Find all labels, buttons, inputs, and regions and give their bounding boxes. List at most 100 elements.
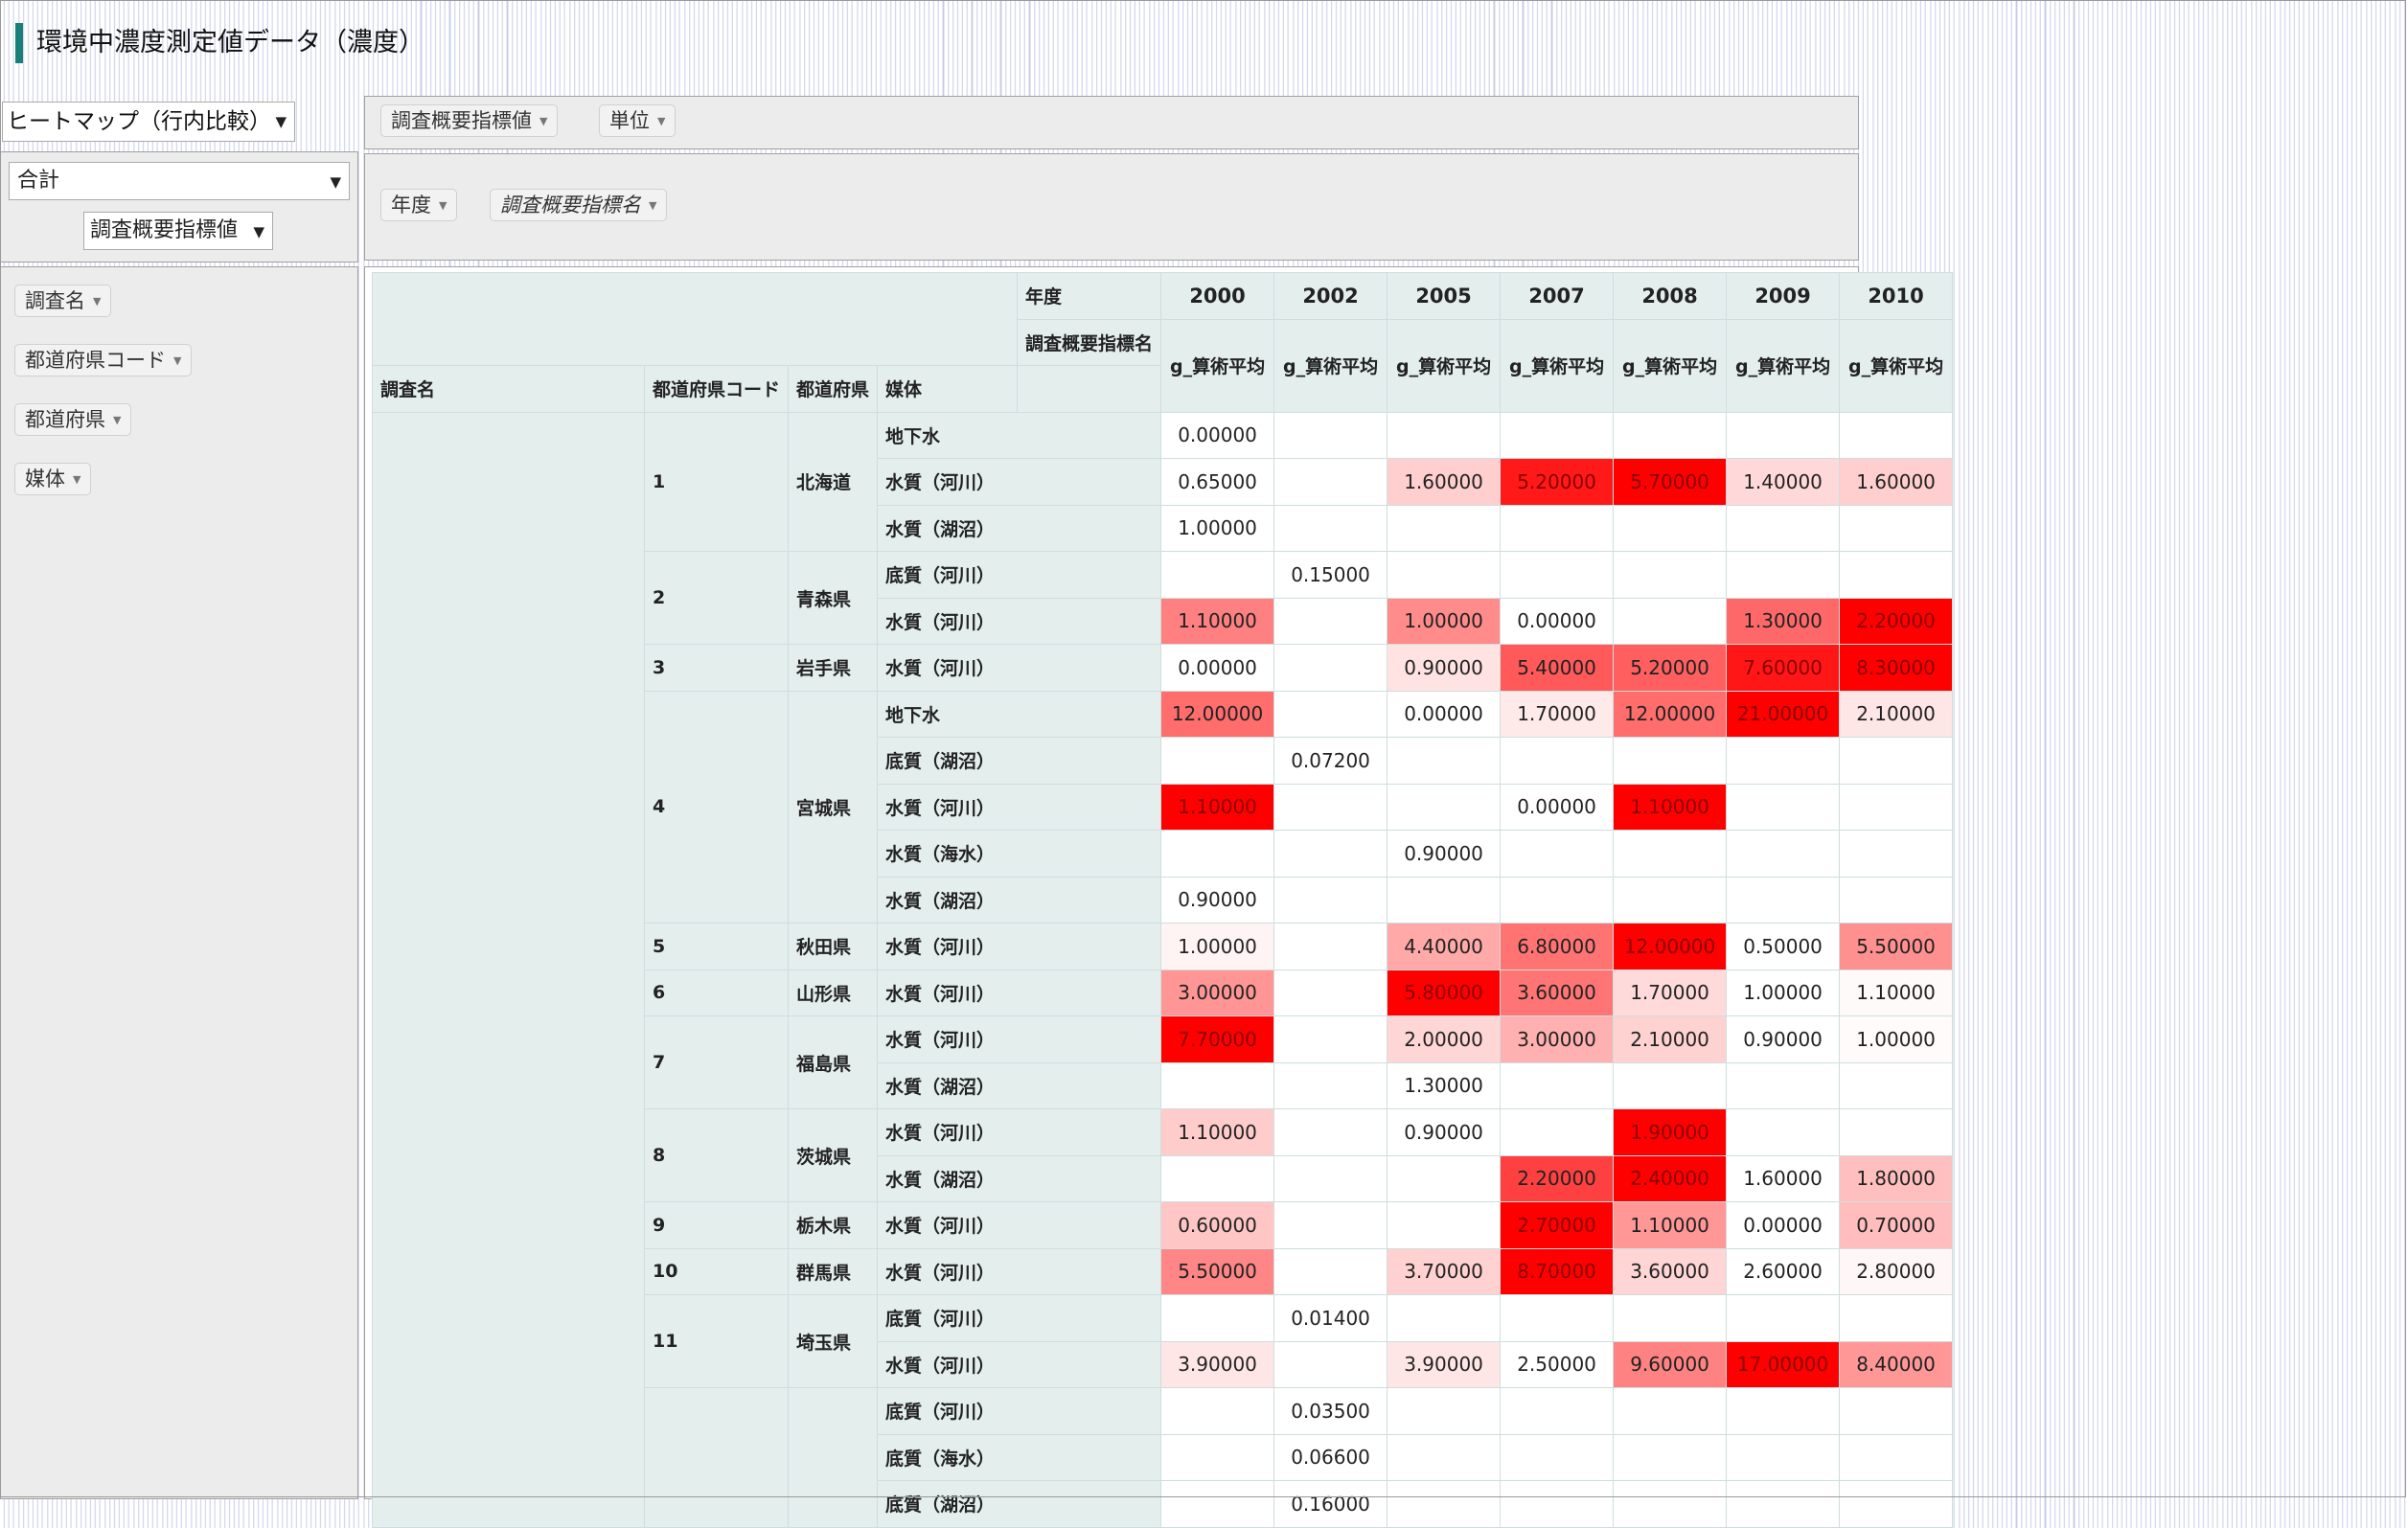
- value-cell: 0.00000: [1726, 1201, 1841, 1249]
- value-cell: [1726, 1294, 1841, 1342]
- value-cell: [1726, 1061, 1841, 1109]
- value-cell: [1613, 1387, 1728, 1435]
- attr-pill[interactable]: 都道府県 ▼: [14, 403, 132, 436]
- attr-pill[interactable]: 媒体 ▼: [14, 463, 92, 495]
- value-cell: 1.10000: [1613, 783, 1728, 831]
- value-cell: 5.70000: [1613, 458, 1728, 506]
- value-field-select[interactable]: 調査概要指標値 ▼: [83, 212, 273, 250]
- value-cell: 5.20000: [1613, 644, 1728, 692]
- unused-attributes-area[interactable]: 調査名 ▼ 都道府県コード ▼ 都道府県 ▼ 媒体 ▼: [0, 266, 358, 1499]
- value-cell: 0.16000: [1273, 1480, 1388, 1528]
- dropdown-triangle-icon: ▼: [173, 354, 182, 367]
- attr-pill[interactable]: 調査概要指標名 ▼: [490, 189, 668, 221]
- pref-code-cell: 6: [643, 969, 790, 1016]
- dropdown-triangle-icon: ▼: [657, 115, 666, 127]
- aggregator-select[interactable]: 合計 ▼: [9, 162, 350, 200]
- value-cell: [1839, 1061, 1954, 1109]
- value-cell: [1839, 876, 1954, 924]
- value-cell: [1273, 644, 1388, 692]
- caret-down-icon: ▼: [275, 113, 287, 130]
- pref-name-cell: 埼玉県: [788, 1294, 879, 1388]
- value-cell: [1273, 783, 1388, 831]
- value-cell: [1613, 551, 1728, 599]
- value-cell: [1726, 876, 1841, 924]
- survey-name-cell: [372, 411, 645, 1528]
- value-cell: 0.00000: [1387, 690, 1502, 738]
- value-cell: [1387, 783, 1502, 831]
- value-cell: 2.60000: [1726, 1247, 1841, 1295]
- value-cell: 0.00000: [1160, 644, 1275, 692]
- medium-cell: 水質（湖沼）: [877, 876, 1162, 924]
- row-attributes-area[interactable]: 年度 ▼ 調査概要指標名 ▼: [364, 153, 1859, 261]
- renderer-select-value: ヒートマップ（行内比較）: [7, 109, 271, 134]
- attr-pill[interactable]: 調査名 ▼: [14, 285, 112, 317]
- value-cell: 21.00000: [1726, 690, 1841, 738]
- value-cell: [1273, 969, 1388, 1016]
- value-cell: 2.40000: [1613, 1154, 1728, 1202]
- value-cell: 3.60000: [1500, 969, 1615, 1016]
- value-cell: 2.10000: [1613, 1015, 1728, 1063]
- value-cell: 2.00000: [1387, 1015, 1502, 1063]
- value-cell: [1273, 1201, 1388, 1249]
- value-cell: [1613, 1480, 1728, 1528]
- value-cell: 2.50000: [1500, 1340, 1615, 1388]
- col-attr-label: 年度: [1017, 272, 1162, 320]
- value-cell: [1273, 1340, 1388, 1388]
- value-cell: [1839, 1387, 1954, 1435]
- pref-code-cell: 9: [643, 1201, 790, 1249]
- value-cell: 0.60000: [1160, 1201, 1275, 1249]
- attr-pill[interactable]: 単位 ▼: [599, 104, 677, 137]
- pivot-table: 年度 2000 2002 2005 2007 2008 2009 2010 調査概要指標名 g_算…: [371, 272, 1954, 1528]
- value-cell: [1500, 830, 1615, 878]
- value-cell: 5.80000: [1387, 969, 1502, 1016]
- value-cell: 2.10000: [1839, 690, 1954, 738]
- value-cell: [1273, 923, 1388, 970]
- value-cell: [1613, 504, 1728, 552]
- value-cell: [1613, 876, 1728, 924]
- table-row: 1 北海道 地下水 0.00000: [372, 411, 1954, 1528]
- dropdown-triangle-icon: ▼: [93, 295, 102, 308]
- value-cell: [1726, 737, 1841, 785]
- attr-pill[interactable]: 調査概要指標値 ▼: [380, 104, 559, 137]
- medium-cell: 地下水: [877, 690, 1162, 738]
- pref-name-cell: 北海道: [788, 411, 879, 552]
- value-cell: 1.30000: [1726, 597, 1841, 645]
- pref-code-cell: 7: [643, 1015, 790, 1109]
- value-cell: 1.90000: [1613, 1108, 1728, 1156]
- value-cell: 1.10000: [1613, 1201, 1728, 1249]
- value-cell: 5.50000: [1160, 1247, 1275, 1295]
- value-cell: [1726, 1387, 1841, 1435]
- value-cell: [1273, 597, 1388, 645]
- value-cell: [1500, 504, 1615, 552]
- value-cell: 2.20000: [1500, 1154, 1615, 1202]
- value-cell: 12.00000: [1613, 923, 1728, 970]
- renderer-select[interactable]: ヒートマップ（行内比較） ▼: [2, 102, 295, 142]
- value-cell: [1160, 1294, 1275, 1342]
- medium-cell: 水質（河川）: [877, 1247, 1162, 1295]
- medium-cell: 水質（湖沼）: [877, 1061, 1162, 1109]
- value-cell: 1.10000: [1160, 1108, 1275, 1156]
- column-attributes-area[interactable]: 調査概要指標値 ▼ 単位 ▼: [364, 96, 1859, 149]
- value-cell: 8.30000: [1839, 644, 1954, 692]
- pivot-corner: [371, 272, 1019, 366]
- value-cell: [1613, 597, 1728, 645]
- value-cell: [1273, 1108, 1388, 1156]
- value-cell: 0.00000: [1160, 411, 1275, 459]
- value-cell: [1839, 551, 1954, 599]
- value-cell: 0.90000: [1387, 644, 1502, 692]
- value-cell: [1387, 1154, 1502, 1202]
- medium-cell: 水質（河川）: [877, 1108, 1162, 1156]
- pref-name-cell: 宮城県: [788, 690, 879, 924]
- attr-pill[interactable]: 年度 ▼: [380, 189, 458, 221]
- value-cell: [1500, 737, 1615, 785]
- value-cell: [1273, 690, 1388, 738]
- value-cell: 0.90000: [1387, 830, 1502, 878]
- caret-down-icon: ▼: [253, 223, 264, 240]
- col-attr-label: 調査概要指標名: [1017, 318, 1162, 366]
- year-header: 2005: [1387, 272, 1502, 320]
- attr-pill[interactable]: 都道府県コード ▼: [14, 344, 193, 376]
- value-cell: 1.00000: [1726, 969, 1841, 1016]
- value-cell: [1839, 783, 1954, 831]
- value-cell: 0.90000: [1160, 876, 1275, 924]
- measure-header: g_算術平均: [1500, 318, 1615, 413]
